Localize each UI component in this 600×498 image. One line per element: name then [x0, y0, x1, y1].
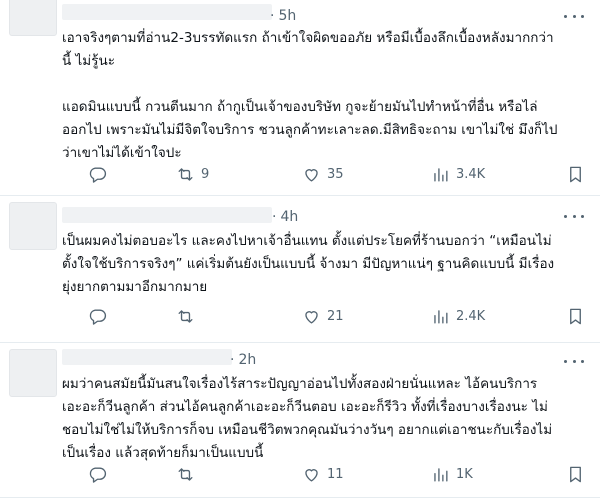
more-dots-icon[interactable] [564, 210, 584, 222]
more-dots-icon[interactable] [564, 355, 584, 367]
separator-dot: · [230, 352, 235, 368]
action-bar: 9 35 3.4K [62, 164, 588, 184]
views-button[interactable]: 3.4K [431, 164, 485, 184]
like-count: 35 [327, 166, 344, 182]
heart-icon [305, 310, 318, 324]
more-dots-icon[interactable] [564, 10, 584, 22]
post-meta: · 2h [230, 351, 256, 369]
post-time[interactable]: 4h [280, 209, 298, 225]
like-button[interactable]: 21 [302, 306, 344, 326]
like-count: 21 [327, 308, 344, 324]
bookmark-button[interactable] [566, 306, 585, 326]
post-text: เอาจริงๆตามที่อ่าน2-3บรรทัดแรก ถ้าเข้าใจ… [62, 27, 592, 165]
like-button[interactable]: 11 [302, 464, 344, 484]
views-count: 3.4K [456, 166, 486, 182]
post-2[interactable]: · 4h เป็นผมคงไม่ตอบอะไร และคงไปหาเจ้าอื่น… [0, 196, 600, 343]
post-1[interactable]: · 5h เอาจริงๆตามที่อ่าน2-3บรรทัดแรก ถ้าเข… [0, 0, 600, 196]
reply-button[interactable] [88, 464, 113, 484]
bookmark-icon [570, 308, 581, 324]
post-line: ตั้งใจใช้บริการจริงๆ” แค่เริ่มต้นยังเป็น… [62, 256, 555, 272]
post-line: เอาจริงๆตามที่อ่าน2-3บรรทัดแรก ถ้าเข้าใจ… [62, 30, 554, 46]
views-button[interactable]: 2.4K [431, 306, 485, 326]
views-count: 2.4K [456, 308, 486, 324]
bookmark-icon [570, 466, 581, 482]
post-text: เป็นผมคงไม่ตอบอะไร และคงไปหาเจ้าอื่นแทน … [62, 230, 592, 299]
post-line: ยุ่งยากตามมาอีกมากมาย [62, 279, 208, 295]
author-name-redacted[interactable] [62, 207, 272, 223]
post-line: ผมว่าคนสมัยนี้มันสนใจเรื่องไร้สาระปัญญาอ… [62, 376, 538, 392]
post-line: ชอบไม่ใช่ไม่ให้บริการก็จบ เหมือนชีวิตพวก… [62, 422, 553, 438]
views-chart-icon [434, 309, 448, 324]
reply-icon [89, 466, 107, 483]
reply-icon [89, 308, 107, 325]
reply-button[interactable] [88, 164, 113, 184]
repost-count: 9 [201, 166, 210, 182]
post-text: ผมว่าคนสมัยนี้มันสนใจเรื่องไร้สาระปัญญาอ… [62, 373, 592, 465]
post-meta: · 4h [272, 208, 298, 226]
author-name-redacted[interactable] [62, 349, 232, 365]
repost-icon [178, 309, 193, 323]
repost-button[interactable]: 9 [176, 164, 209, 184]
views-chart-icon [434, 167, 448, 182]
heart-icon [305, 468, 318, 482]
post-line: เป็นเรื่อง แล้วสุดท้ายก็มาเป็นแบบนี้ [62, 445, 264, 461]
reply-icon [89, 166, 107, 183]
avatar[interactable] [9, 0, 57, 36]
action-bar: 21 2.4K [62, 306, 588, 326]
post-line: เป็นผมคงไม่ตอบอะไร และคงไปหาเจ้าอื่นแทน … [62, 233, 552, 249]
post-line: แอดมินแบบนี้ กวนตีนมาก ถ้ากูเป็นเจ้าของบ… [62, 99, 538, 115]
like-count: 11 [327, 466, 344, 482]
author-name-redacted[interactable] [62, 4, 272, 20]
repost-button[interactable] [176, 306, 201, 326]
avatar[interactable] [9, 202, 57, 250]
separator-dot: · [272, 209, 277, 225]
like-button[interactable]: 35 [302, 164, 344, 184]
bookmark-icon [570, 166, 581, 182]
post-3[interactable]: · 2h ผมว่าคนสมัยนี้มันสนใจเรื่องไร้สาระปั… [0, 343, 600, 498]
post-line: นี้ ไม่รู้นะ [62, 53, 115, 69]
action-bar: 11 1K [62, 464, 588, 484]
heart-icon [305, 168, 318, 182]
post-meta: · 5h [270, 7, 296, 25]
views-count: 1K [456, 466, 473, 482]
post-line: เอะอะก็วีนลูกค้า ส่วนไอ้คนลูกค้าเอะอะก็ว… [62, 399, 548, 415]
reply-button[interactable] [88, 306, 113, 326]
repost-icon [178, 467, 193, 481]
post-line: ว่าเขาไม่ได้เข้าใจปะ [62, 145, 182, 161]
post-line: ออกไป เพราะมันไม่มีจิตใจบริการ ชวนลูกค้า… [62, 122, 558, 138]
avatar[interactable] [9, 349, 57, 397]
bookmark-button[interactable] [566, 464, 585, 484]
bookmark-button[interactable] [566, 164, 585, 184]
views-button[interactable]: 1K [431, 464, 473, 484]
post-time[interactable]: 5h [278, 8, 296, 24]
views-chart-icon [434, 467, 448, 482]
repost-icon [178, 167, 193, 181]
repost-button[interactable] [176, 464, 201, 484]
separator-dot: · [270, 8, 275, 24]
post-time[interactable]: 2h [238, 352, 256, 368]
